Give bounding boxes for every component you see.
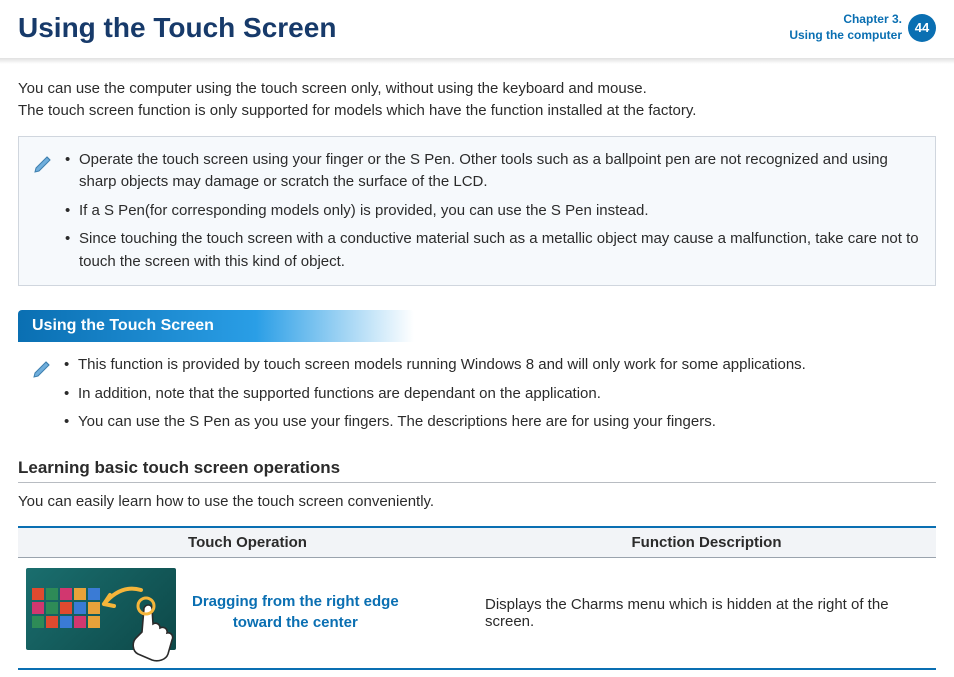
touch-operation-cell: Dragging from the right edge toward the … [26, 568, 469, 658]
note-list-1: Operate the touch screen using your fing… [65, 149, 921, 274]
page-header: Using the Touch Screen Chapter 3. Using … [18, 12, 936, 44]
note1-item: Since touching the touch screen with a c… [65, 228, 921, 273]
note-icon [32, 356, 54, 434]
operation-label: Dragging from the right edge toward the … [192, 592, 399, 633]
note-box-1: Operate the touch screen using your fing… [18, 136, 936, 287]
note-list-2: This function is provided by touch scree… [64, 354, 806, 434]
intro-line2: The touch screen function is only suppor… [18, 100, 936, 122]
note1-item: If a S Pen(for corresponding models only… [65, 200, 921, 223]
table-row: Dragging from the right edge toward the … [18, 557, 936, 669]
chapter-box: Chapter 3. Using the computer 44 [789, 12, 936, 43]
header-shadow [0, 58, 954, 64]
section-pill: Using the Touch Screen [18, 310, 414, 342]
table-header-desc: Function Description [477, 527, 936, 558]
hand-icon [116, 596, 186, 666]
op-label-line2: toward the center [192, 613, 399, 633]
chapter-text: Chapter 3. Using the computer [789, 12, 902, 43]
intro-line1: You can use the computer using the touch… [18, 78, 936, 100]
learning-heading: Learning basic touch screen operations [18, 458, 936, 483]
table-header-op: Touch Operation [18, 527, 477, 558]
note-icon [33, 151, 55, 274]
function-description: Displays the Charms menu which is hidden… [477, 557, 936, 669]
note-box-2: This function is provided by touch scree… [18, 348, 936, 440]
note2-item: This function is provided by touch scree… [64, 354, 806, 377]
chapter-line1: Chapter 3. [789, 12, 902, 28]
note2-item: In addition, note that the supported fun… [64, 383, 806, 406]
chapter-line2: Using the computer [789, 28, 902, 44]
op-label-line1: Dragging from the right edge [192, 592, 399, 612]
learning-text: You can easily learn how to use the touc… [18, 493, 936, 510]
operations-table: Touch Operation Function Description [18, 526, 936, 670]
page-title: Using the Touch Screen [18, 12, 336, 44]
note1-item: Operate the touch screen using your fing… [65, 149, 921, 194]
intro-text: You can use the computer using the touch… [18, 78, 936, 122]
page-number-badge: 44 [908, 14, 936, 42]
note2-item: You can use the S Pen as you use your fi… [64, 411, 806, 434]
gesture-thumbnail [26, 568, 176, 658]
